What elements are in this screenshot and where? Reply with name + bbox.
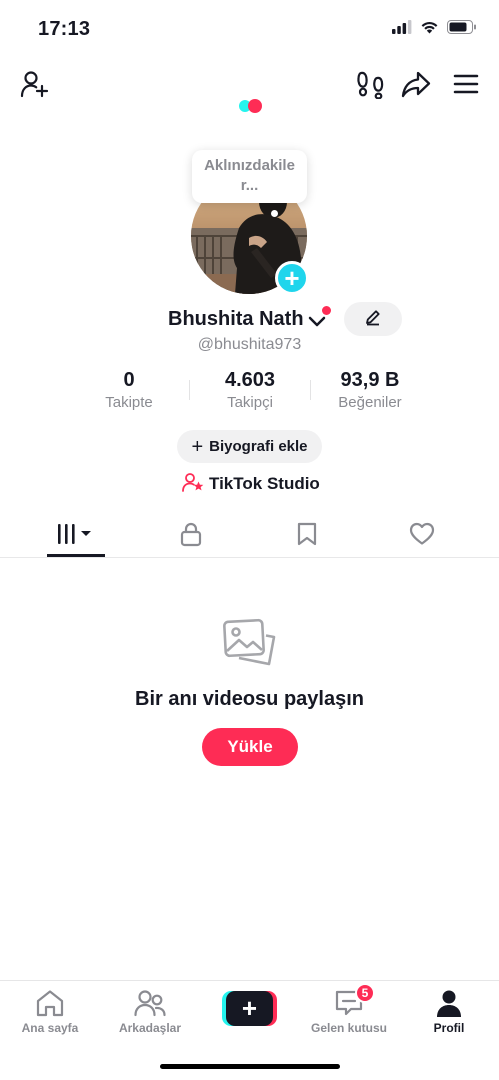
photo-icon <box>222 618 278 677</box>
inbox-icon: 5 <box>299 983 399 1017</box>
nav-friends-label: Arkadaşlar <box>118 1021 182 1035</box>
note-line-2: r... <box>240 177 259 194</box>
inbox-badge: 5 <box>355 983 375 1003</box>
add-friend-icon[interactable] <box>18 68 50 100</box>
studio-user-icon <box>182 472 204 497</box>
home-icon <box>0 987 100 1017</box>
nav-inbox[interactable]: 5 Gelen kutusu <box>299 983 399 1035</box>
battery-icon <box>447 20 477 39</box>
friends-icon <box>100 987 200 1017</box>
pencil-icon <box>364 308 382 331</box>
plus-icon: + <box>191 435 204 458</box>
cellular-signal-icon <box>392 20 412 39</box>
nav-profile-label: Profil <box>433 1021 465 1035</box>
profile-stats: 0 Takipte 4.603 Takipçi 93,9 B Beğeniler <box>0 368 499 418</box>
nav-profile[interactable]: Profil <box>399 987 499 1035</box>
tab-saved[interactable] <box>278 514 336 558</box>
active-tab-indicator <box>47 554 105 557</box>
nav-home-label: Ana sayfa <box>21 1021 79 1035</box>
grid-icon <box>56 523 96 550</box>
stat-likes-label: Beğeniler <box>338 394 402 411</box>
tiktok-studio-label: TikTok Studio <box>209 474 320 493</box>
home-indicator[interactable] <box>160 1064 340 1069</box>
heart-icon <box>409 522 435 551</box>
upload-button[interactable]: Yükle <box>202 728 298 766</box>
lock-icon <box>179 521 203 552</box>
content-tabs <box>0 514 499 558</box>
wifi-icon <box>420 20 439 39</box>
loading-indicator <box>237 98 267 114</box>
stat-followers-value: 4.603 <box>224 369 276 391</box>
tab-videos[interactable] <box>47 514 105 558</box>
username: @bhushita973 <box>197 336 302 353</box>
nav-friends[interactable]: Arkadaşlar <box>100 987 200 1035</box>
nav-home[interactable]: Ana sayfa <box>0 987 100 1035</box>
create-plus-icon: + <box>226 991 273 1026</box>
add-bio-label: Biyografi ekle <box>209 438 308 455</box>
status-time: 17:13 <box>38 18 91 40</box>
nav-inbox-label: Gelen kutusu <box>310 1021 387 1035</box>
status-icons <box>392 20 477 39</box>
stat-following[interactable]: 0 Takipte <box>69 368 189 411</box>
note-bubble[interactable]: Aklınızdakile r... <box>192 150 307 203</box>
status-bar: 17:13 <box>0 0 499 56</box>
notification-dot <box>322 306 331 315</box>
bookmark-icon <box>296 521 318 552</box>
stat-likes[interactable]: 93,9 B Beğeniler <box>310 368 430 411</box>
note-bubble-tail <box>271 210 278 217</box>
footprints-icon[interactable] <box>354 68 386 100</box>
note-line-1: Aklınızdakile <box>204 157 295 174</box>
empty-state-title: Bir anı videosu paylaşın <box>135 688 364 710</box>
create-button[interactable]: + <box>222 991 277 1026</box>
tab-liked[interactable] <box>393 514 451 558</box>
stat-followers-label: Takipçi <box>227 394 273 411</box>
edit-profile-button[interactable] <box>344 302 402 336</box>
tiktok-studio-link[interactable]: TikTok Studio <box>182 472 320 497</box>
chevron-down-icon[interactable] <box>308 314 326 332</box>
add-story-button[interactable]: + <box>275 261 309 295</box>
menu-icon[interactable] <box>450 68 482 100</box>
display-name[interactable]: Bhushita Nath <box>168 308 304 331</box>
stat-followers[interactable]: 4.603 Takipçi <box>190 368 310 411</box>
stat-following-label: Takipte <box>105 394 153 411</box>
stat-likes-value: 93,9 B <box>340 369 400 391</box>
add-bio-button[interactable]: + Biyografi ekle <box>177 430 322 463</box>
tab-private[interactable] <box>162 514 220 558</box>
stat-following-value: 0 <box>123 369 135 391</box>
share-icon[interactable] <box>400 68 432 100</box>
name-row: Bhushita Nath <box>0 302 499 336</box>
profile-icon <box>399 987 499 1017</box>
